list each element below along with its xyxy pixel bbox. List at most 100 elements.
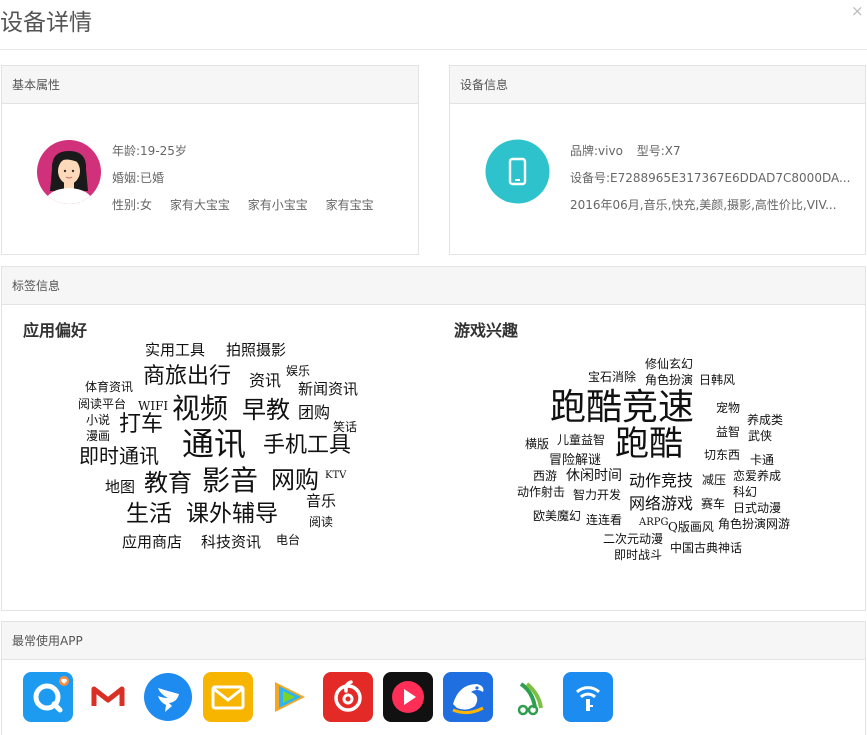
cloud-word: ARPG bbox=[639, 517, 669, 528]
gmail-icon[interactable] bbox=[83, 672, 133, 722]
cloud-word: 跑酷 bbox=[615, 424, 683, 464]
ctrip-icon[interactable] bbox=[443, 672, 493, 722]
q-search-icon[interactable] bbox=[23, 672, 73, 722]
cloud-word: 日韩风 bbox=[699, 373, 736, 387]
tags-header: 标签信息 bbox=[2, 267, 865, 305]
cloud-word: 手机工具 bbox=[263, 433, 352, 458]
cloud-word: 儿童益智 bbox=[557, 433, 606, 447]
cloud-word: 影音 bbox=[202, 464, 259, 497]
cloud-word: 生活 bbox=[126, 501, 172, 527]
cloud-word: 益智 bbox=[716, 425, 741, 439]
cloud-word: 冒险解谜 bbox=[549, 453, 602, 468]
cloud-word: 横版 bbox=[525, 437, 550, 451]
cloud-word: 即时通讯 bbox=[79, 444, 159, 468]
brand-model-row: 品牌:vivo 型号:X7 bbox=[570, 142, 681, 159]
game-interest-title: 游戏兴趣 bbox=[454, 321, 519, 340]
header-divider bbox=[0, 49, 867, 50]
basic-attributes-panel: 基本属性 年龄:19-25岁 婚姻:已婚 性别:女 家有大宝宝 家有小宝宝 家有… bbox=[1, 65, 419, 255]
cloud-word: 宠物 bbox=[716, 401, 741, 415]
device-desc-text: 2016年06月,音乐,快充,美颜,摄影,高性价比,VIV... bbox=[570, 198, 837, 212]
cloud-word: 休闲时间 bbox=[566, 468, 622, 484]
cloud-word: 网购 bbox=[271, 466, 319, 494]
cloud-word: 西游 bbox=[533, 469, 558, 483]
tree-frog-icon[interactable] bbox=[503, 672, 553, 722]
cloud-word: 减压 bbox=[702, 473, 727, 487]
cloud-word: 卡通 bbox=[750, 453, 775, 467]
video-player-icon[interactable] bbox=[383, 672, 433, 722]
cloud-word: 养成类 bbox=[747, 413, 784, 427]
page-title: 设备详情 bbox=[0, 10, 92, 36]
basic-attributes-header: 基本属性 bbox=[2, 66, 418, 104]
cloud-word: 体育资讯 bbox=[85, 380, 134, 394]
cloud-word: 商旅出行 bbox=[143, 364, 232, 389]
cloud-word: 地图 bbox=[105, 478, 136, 496]
cloud-word: 阅读 bbox=[309, 515, 334, 529]
cloud-word: 漫画 bbox=[86, 429, 111, 443]
cloud-word: 团购 bbox=[298, 403, 331, 422]
cloud-word: 恋爱养成 bbox=[733, 469, 782, 483]
cloud-word: 电台 bbox=[276, 533, 301, 547]
cloud-word: 课外辅导 bbox=[186, 501, 278, 527]
gender-text: 性别:女 bbox=[112, 198, 153, 212]
cloud-word: 视频 bbox=[172, 392, 229, 425]
cloud-word: 动作射击 bbox=[517, 485, 566, 499]
cloud-word: 连连看 bbox=[586, 513, 623, 527]
brand-text: 品牌:vivo bbox=[570, 144, 623, 158]
tags-panel: 标签信息 应用偏好 游戏兴趣 实用工具 拍照摄影 商旅出行 资讯 娱乐 体育资讯… bbox=[1, 266, 866, 611]
cloud-word: 二次元动漫 bbox=[603, 532, 664, 546]
cloud-word: 早教 bbox=[242, 396, 290, 424]
cloud-word: 打车 bbox=[119, 412, 164, 437]
phone-icon bbox=[485, 139, 550, 208]
most-used-apps-panel: 最常使用APP bbox=[1, 621, 866, 735]
device-id-text: 设备号:E7288965E317367E6DDAD7C8000DA... bbox=[570, 171, 851, 185]
marriage-text: 婚姻:已婚 bbox=[112, 171, 165, 185]
cloud-word: 角色扮演网游 bbox=[718, 517, 791, 531]
cloud-word: 武侠 bbox=[748, 429, 773, 443]
cloud-word: 教育 bbox=[144, 469, 192, 497]
most-used-apps-header: 最常使用APP bbox=[2, 622, 865, 660]
cloud-word: 欧美魔幻 bbox=[533, 509, 582, 523]
cloud-word: 智力开发 bbox=[573, 488, 622, 502]
cloud-word: 日式动漫 bbox=[733, 501, 782, 515]
cloud-word: 拍照摄影 bbox=[226, 341, 287, 359]
cloud-word: 音乐 bbox=[306, 492, 337, 510]
age-text: 年龄:19-25岁 bbox=[112, 144, 187, 158]
cloud-word: WIFI bbox=[138, 399, 169, 413]
gender-tags-row: 性别:女 家有大宝宝 家有小宝宝 家有宝宝 bbox=[112, 196, 388, 213]
cloud-word: KTV bbox=[325, 470, 347, 481]
close-icon[interactable]: × bbox=[851, 2, 864, 20]
cloud-word: 通讯 bbox=[182, 425, 247, 463]
family-tag: 家有宝宝 bbox=[325, 198, 374, 212]
avatar bbox=[36, 139, 102, 209]
model-text: 型号:X7 bbox=[636, 144, 681, 158]
cloud-word: 实用工具 bbox=[145, 341, 206, 359]
device-info-panel: 设备信息 品牌:vivo 型号:X7 设备号:E7288965E317367E6… bbox=[449, 65, 866, 255]
cloud-word: 科技资讯 bbox=[201, 533, 262, 551]
wifi-key-icon[interactable] bbox=[563, 672, 613, 722]
app-preference-title: 应用偏好 bbox=[23, 321, 88, 340]
cloud-word: 修仙玄幻 bbox=[645, 357, 694, 371]
cloud-word: 新闻资讯 bbox=[298, 380, 359, 398]
cloud-word: 宝石消除 bbox=[588, 370, 637, 384]
cloud-word: 科幻 bbox=[733, 485, 758, 499]
cloud-word: 资讯 bbox=[249, 371, 282, 390]
family-tag: 家有小宝宝 bbox=[247, 198, 308, 212]
cloud-word: 应用商店 bbox=[122, 533, 183, 551]
tencent-video-icon[interactable] bbox=[263, 672, 313, 722]
family-tag: 家有大宝宝 bbox=[169, 198, 230, 212]
cloud-word: 笑话 bbox=[333, 420, 358, 434]
cloud-word: 动作竞技 bbox=[629, 471, 694, 490]
device-info-header: 设备信息 bbox=[450, 66, 865, 104]
cloud-word: 网络游戏 bbox=[629, 494, 694, 513]
mail-icon[interactable] bbox=[203, 672, 253, 722]
cloud-word: 跑酷竞速 bbox=[550, 387, 695, 428]
cloud-word: 小说 bbox=[86, 413, 111, 427]
cloud-word: 中国古典神话 bbox=[670, 541, 743, 555]
netease-music-icon[interactable] bbox=[323, 672, 373, 722]
cloud-word: Q版画风 bbox=[668, 520, 714, 534]
cloud-word: 角色扮演 bbox=[645, 373, 694, 387]
dingtalk-icon[interactable] bbox=[143, 672, 193, 722]
cloud-word: 赛车 bbox=[701, 497, 726, 511]
cloud-word: 即时战斗 bbox=[614, 548, 663, 562]
cloud-word: 娱乐 bbox=[286, 364, 311, 378]
